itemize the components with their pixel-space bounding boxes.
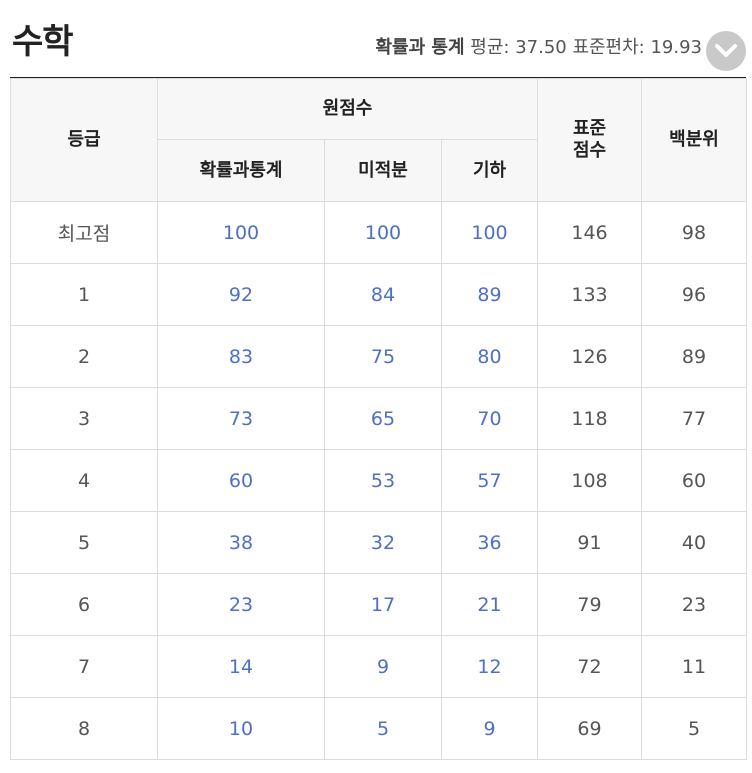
cell-calculus: 65 [324, 387, 442, 450]
cell-geometry: 89 [440, 263, 539, 326]
cell-geometry: 21 [440, 573, 539, 636]
cell-grade: 4 [10, 449, 158, 512]
stats-summary: 확률과 통계 평균: 37.50 표준편차: 19.93 [375, 33, 702, 59]
cell-calculus: 53 [324, 449, 442, 512]
cell-percentile: 89 [641, 325, 748, 388]
cell-standard-score: 69 [537, 697, 643, 760]
table-row: 1 92 84 89 133 96 [10, 263, 748, 326]
cell-grade: 3 [10, 387, 158, 450]
cell-standard-score: 133 [537, 263, 643, 326]
cell-standard-score: 108 [537, 449, 643, 512]
expand-toggle-button[interactable] [706, 31, 746, 71]
cell-percentile: 5 [641, 697, 748, 760]
cell-geometry: 80 [440, 325, 539, 388]
cell-percentile: 23 [641, 573, 748, 636]
header-grade: 등급 [10, 78, 158, 202]
header-calculus: 미적분 [324, 139, 442, 202]
header-prob-stats: 확률과통계 [157, 139, 325, 202]
header-percentile: 백분위 [641, 78, 748, 202]
table-row: 6 23 17 21 79 23 [10, 573, 748, 636]
cell-grade: 6 [10, 573, 158, 636]
header-standard-score-line2: 점수 [572, 140, 607, 161]
cell-standard-score: 126 [537, 325, 643, 388]
table-row: 7 14 9 12 72 11 [10, 635, 748, 698]
cell-percentile: 60 [641, 449, 748, 512]
cell-geometry: 70 [440, 387, 539, 450]
table-row: 최고점 100 100 100 146 98 [10, 201, 748, 264]
header-standard-score: 표준 점수 [537, 78, 643, 202]
cell-prob-stats: 100 [157, 201, 325, 264]
cell-geometry: 57 [440, 449, 539, 512]
cell-percentile: 77 [641, 387, 748, 450]
chevron-down-icon [715, 44, 737, 57]
cell-calculus: 84 [324, 263, 442, 326]
cell-grade: 7 [10, 635, 158, 698]
cell-prob-stats: 83 [157, 325, 325, 388]
table-row: 4 60 53 57 108 60 [10, 449, 748, 512]
cell-standard-score: 72 [537, 635, 643, 698]
stats-subject: 확률과 통계 [375, 37, 465, 58]
cell-percentile: 11 [641, 635, 748, 698]
header-row: 등급 원점수 표준 점수 백분위 [10, 78, 748, 202]
cell-standard-score: 79 [537, 573, 643, 636]
cell-calculus: 100 [324, 201, 442, 264]
cell-percentile: 98 [641, 201, 748, 264]
page-title: 수학 [12, 22, 74, 62]
stats-values: 평균: 37.50 표준편차: 19.93 [464, 37, 702, 58]
cell-prob-stats: 10 [157, 697, 325, 760]
cell-geometry: 100 [440, 201, 539, 264]
cell-percentile: 40 [641, 511, 748, 574]
cell-prob-stats: 73 [157, 387, 325, 450]
cell-prob-stats: 14 [157, 635, 325, 698]
cell-standard-score: 146 [537, 201, 643, 264]
cell-standard-score: 91 [537, 511, 643, 574]
cell-prob-stats: 60 [157, 449, 325, 512]
cell-geometry: 9 [440, 697, 539, 760]
cell-prob-stats: 38 [157, 511, 325, 574]
table-row: 2 83 75 80 126 89 [10, 325, 748, 388]
cell-prob-stats: 92 [157, 263, 325, 326]
grade-cut-table: 등급 원점수 표준 점수 백분위 확률과통계 미적분 기하 최고점 100 100… [10, 78, 748, 760]
table-row: 5 38 32 36 91 40 [10, 511, 748, 574]
cell-calculus: 17 [324, 573, 442, 636]
cell-standard-score: 118 [537, 387, 643, 450]
cell-calculus: 32 [324, 511, 442, 574]
cell-grade: 2 [10, 325, 158, 388]
cell-prob-stats: 23 [157, 573, 325, 636]
cell-calculus: 5 [324, 697, 442, 760]
cell-calculus: 75 [324, 325, 442, 388]
page-header: 수학 확률과 통계 평균: 37.50 표준편차: 19.93 [0, 0, 752, 77]
cell-grade: 8 [10, 697, 158, 760]
header-raw-score: 원점수 [156, 78, 539, 140]
cell-calculus: 9 [324, 635, 442, 698]
cell-grade: 1 [10, 263, 158, 326]
table-row: 8 10 5 9 69 5 [10, 697, 748, 760]
cell-geometry: 36 [440, 511, 539, 574]
cell-percentile: 96 [641, 263, 748, 326]
header-standard-score-line1: 표준 [572, 118, 607, 139]
table-row: 3 73 65 70 118 77 [10, 387, 748, 450]
cell-grade: 최고점 [10, 201, 158, 264]
cell-grade: 5 [10, 511, 158, 574]
header-geometry: 기하 [440, 139, 539, 202]
cell-geometry: 12 [440, 635, 539, 698]
